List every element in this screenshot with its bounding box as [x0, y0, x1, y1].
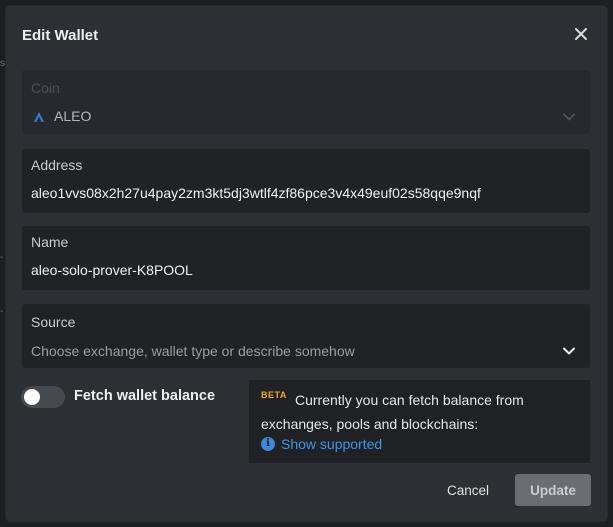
aleo-logo-icon: [34, 112, 44, 122]
source-label: Source: [31, 314, 76, 330]
show-supported-label: Show supported: [281, 436, 383, 452]
coin-value: ALEO: [54, 108, 92, 124]
address-field[interactable]: Address aleo1vvs08x2h27u4pay2zm3kt5dj3wt…: [22, 149, 590, 213]
info-line-1: Currently you can fetch balance from: [295, 392, 524, 408]
name-field[interactable]: Name aleo-solo-prover-K8POOL: [22, 226, 590, 290]
source-select[interactable]: Source Choose exchange, wallet type or d…: [22, 304, 590, 368]
fetch-balance-label: Fetch wallet balance: [74, 388, 216, 404]
address-label: Address: [31, 157, 83, 173]
name-label: Name: [31, 234, 69, 250]
close-button[interactable]: [571, 24, 591, 44]
close-icon: [575, 28, 587, 40]
source-placeholder: Choose exchange, wallet type or describe…: [31, 343, 355, 359]
cancel-button[interactable]: Cancel: [436, 474, 500, 506]
info-icon: i: [261, 437, 275, 451]
edit-wallet-modal: Edit Wallet Coin ALEO Address aleo1vvs08…: [6, 6, 607, 521]
toggle-knob: [24, 389, 40, 405]
chevron-down-icon: [563, 347, 575, 355]
coin-label: Coin: [31, 80, 60, 96]
fetch-balance-toggle[interactable]: [21, 386, 65, 408]
update-button[interactable]: Update: [515, 474, 591, 506]
info-text: Currently you can fetch balance from exc…: [261, 388, 585, 436]
coin-select[interactable]: Coin ALEO: [22, 70, 590, 134]
chevron-down-icon: [563, 113, 575, 121]
modal-title: Edit Wallet: [22, 27, 99, 44]
address-value: aleo1vvs08x2h27u4pay2zm3kt5dj3wtlf4zf86p…: [31, 185, 481, 201]
beta-badge: BETA: [261, 390, 287, 400]
show-supported-link[interactable]: i Show supported: [261, 436, 382, 452]
fetch-info-box: BETA Currently you can fetch balance fro…: [249, 380, 590, 463]
info-line-2: exchanges, pools and blockchains:: [261, 416, 479, 432]
name-value: aleo-solo-prover-K8POOL: [31, 262, 193, 278]
